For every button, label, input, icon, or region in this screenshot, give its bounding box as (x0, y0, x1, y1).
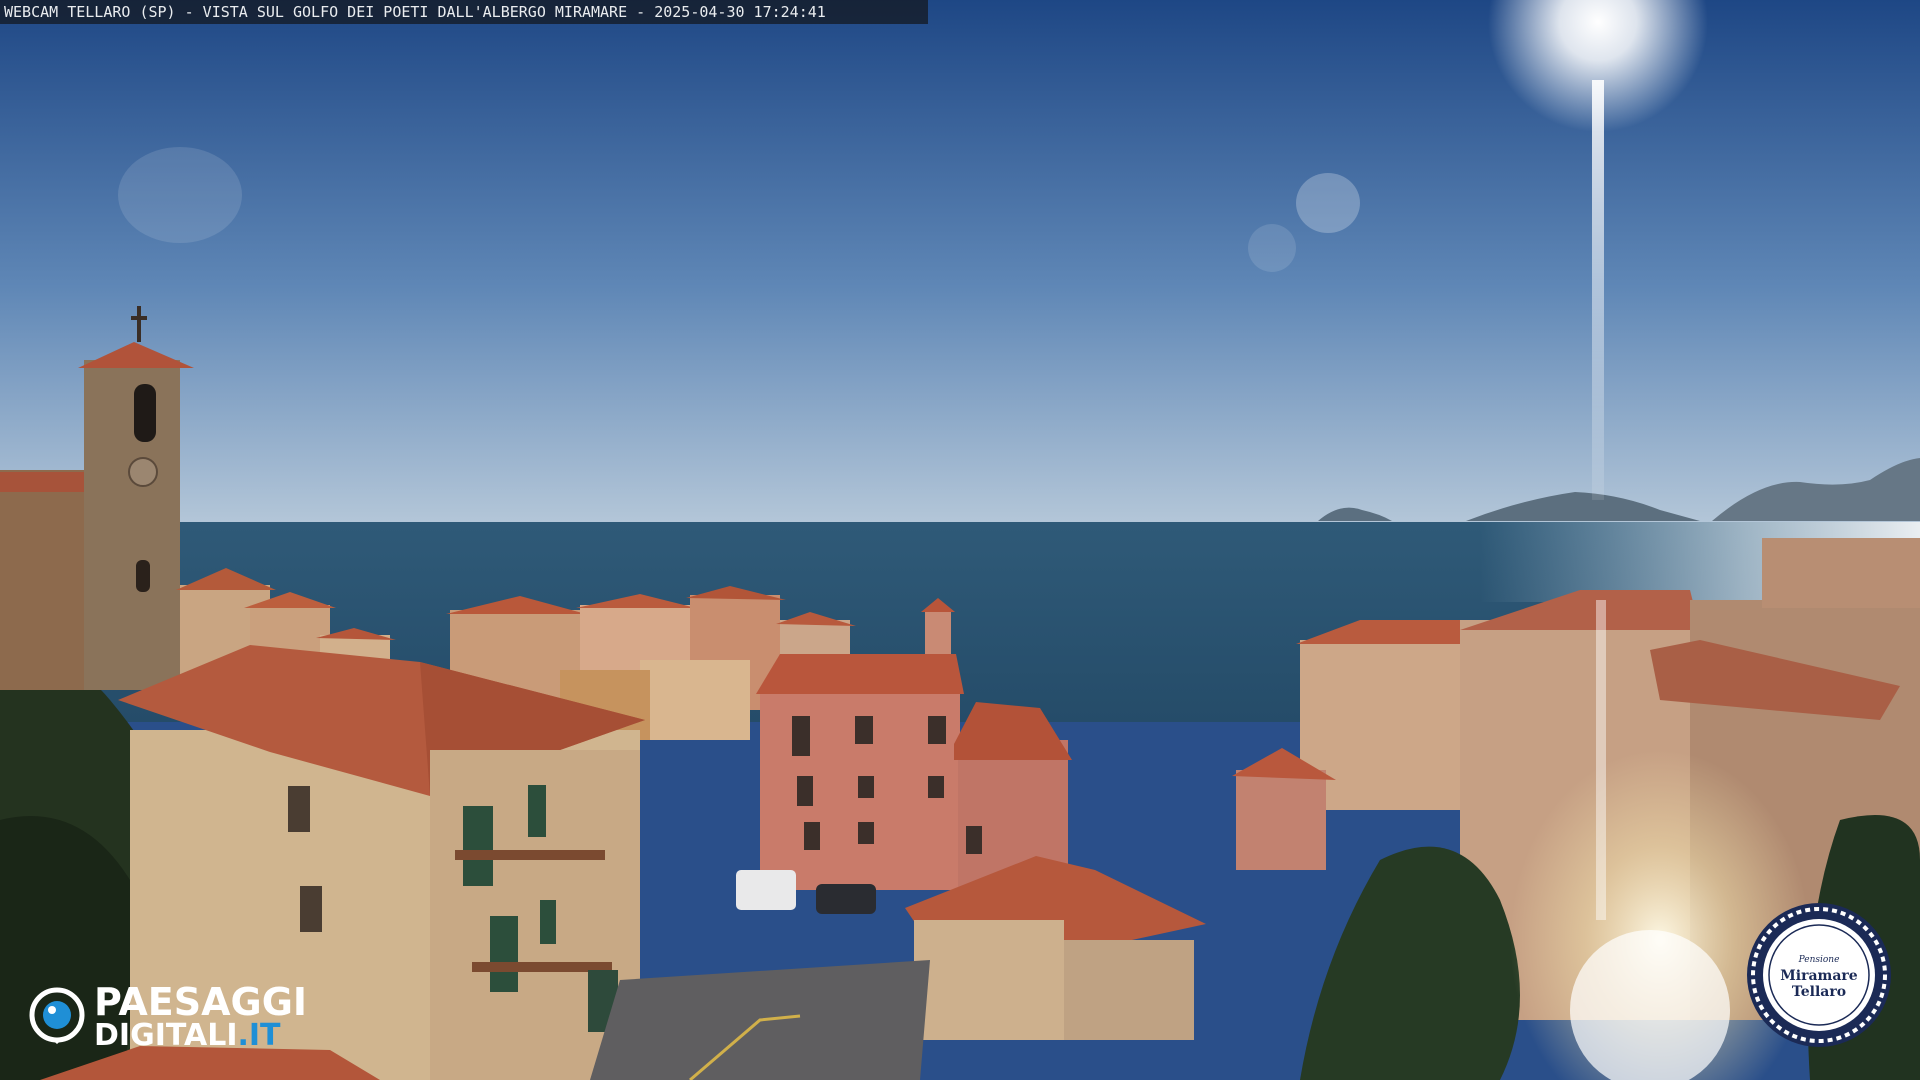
bell-opening (134, 384, 156, 442)
tower-clock (128, 457, 158, 487)
tower-window (136, 560, 150, 592)
logo-brand-line1: PAESAGGI (94, 980, 308, 1024)
logo-brand-line2: DIGITALI.IT (94, 1020, 281, 1052)
church-wall (0, 470, 95, 690)
center-house-wing (1064, 940, 1194, 1040)
building-right (1300, 640, 1480, 810)
church-roof (0, 472, 95, 492)
sun-beam (1592, 80, 1604, 500)
logo-brand-name: DIGITALI (94, 1018, 238, 1053)
seal-script-line: Pensione (1798, 955, 1840, 965)
building-right (1236, 770, 1326, 870)
lens-flare (1248, 224, 1296, 272)
center-house (914, 920, 1064, 1040)
eye-logo-icon (29, 987, 85, 1044)
bell-tower-cross (137, 306, 141, 342)
paesaggi-digitali-logo: PAESAGGI DIGITALI.IT (28, 982, 348, 1052)
seal-text: Pensione Miramare Tellaro (1744, 952, 1894, 1000)
bell-tower-cross (131, 316, 147, 320)
sun-streak (1596, 600, 1606, 920)
balcony (455, 850, 605, 860)
parked-van (736, 870, 796, 910)
seal-name-line1: Miramare (1780, 968, 1858, 984)
building-top-right (1762, 538, 1920, 608)
webcam-scene (0, 0, 1920, 1080)
parked-car (816, 884, 876, 914)
webcam-caption: WEBCAM TELLARO (SP) - VISTA SUL GOLFO DE… (0, 0, 928, 24)
pink-building-roof (756, 654, 964, 694)
miramare-tellaro-seal: Pensione Miramare Tellaro (1744, 900, 1894, 1050)
lens-flare (118, 147, 242, 243)
seal-name-line2: Tellaro (1791, 984, 1847, 1000)
logo-brand-suffix: .IT (237, 1018, 281, 1053)
bell-tower (84, 360, 180, 690)
vegetation (1300, 846, 1520, 1080)
lens-flare (1296, 173, 1360, 233)
